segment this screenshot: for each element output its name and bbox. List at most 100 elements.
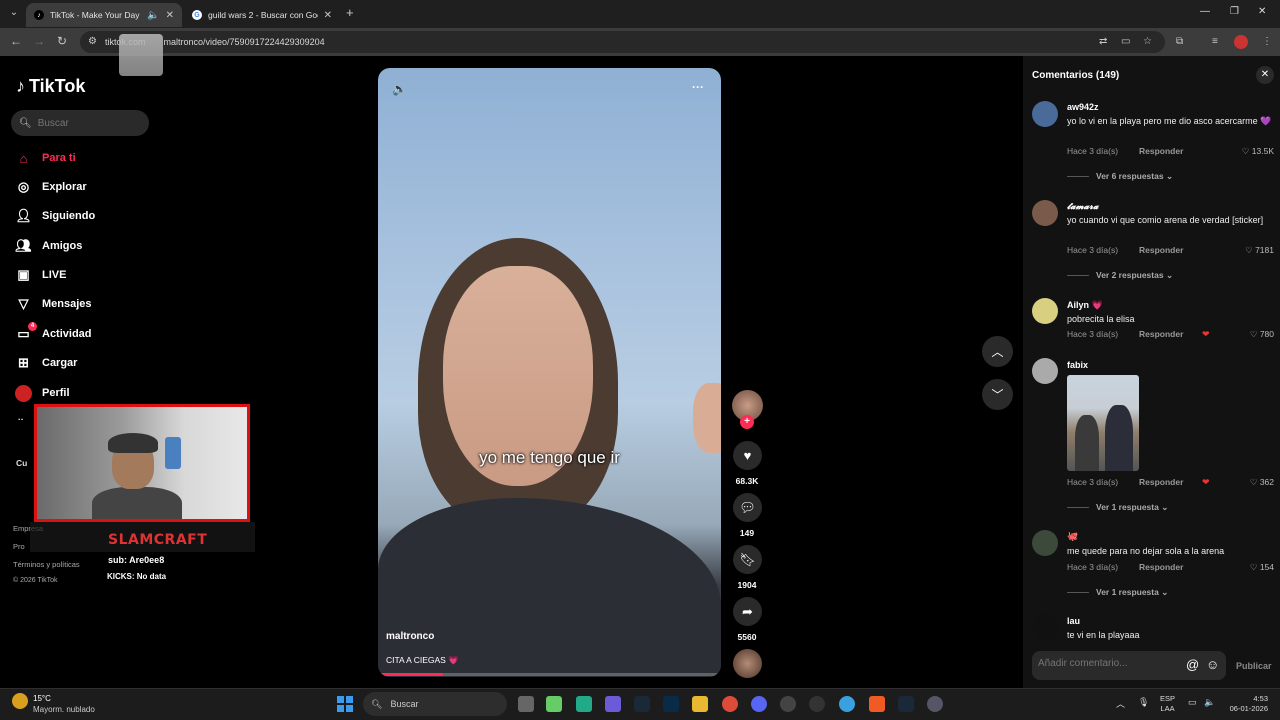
sidebar-item-para-ti[interactable]: ⌂ Para ti	[15, 148, 76, 168]
comment-button[interactable]: 💬︎	[733, 493, 762, 522]
forward-icon[interactable]: →	[33, 34, 45, 48]
profile-avatar-icon[interactable]	[1234, 35, 1248, 49]
volume-icon[interactable]: 🔈	[1204, 697, 1215, 708]
comment-avatar[interactable]	[1032, 200, 1058, 226]
comment-compose-box[interactable]: @ ☺	[1032, 651, 1226, 680]
reply-button[interactable]: Responder	[1139, 245, 1183, 255]
previous-video-button[interactable]: ︿	[982, 336, 1013, 367]
widgets-icon[interactable]	[546, 696, 562, 712]
teams-icon[interactable]	[605, 696, 621, 712]
steam-icon-2[interactable]	[898, 696, 914, 712]
steam-icon[interactable]	[634, 696, 650, 712]
discord-icon[interactable]	[751, 696, 767, 712]
tab-search-chevron-icon[interactable]: ⌄	[6, 5, 22, 21]
view-replies-button[interactable]: Ver 1 respuesta ⌄	[1096, 502, 1168, 513]
comment-avatar[interactable]	[1032, 614, 1058, 640]
show-hidden-icons-icon[interactable]: ︿	[1116, 697, 1125, 710]
bookmark-star-icon[interactable]: ☆	[1143, 36, 1152, 47]
comment-username[interactable]: 𝓽𝓪𝓶𝓪𝓻𝓪	[1067, 201, 1098, 212]
minimize-icon[interactable]: —	[1200, 6, 1210, 17]
chrome-icon[interactable]	[722, 696, 738, 712]
maximize-icon[interactable]: ❐	[1230, 6, 1239, 17]
comment-avatar[interactable]	[1032, 101, 1058, 127]
search-box[interactable]: 🔍︎	[11, 110, 149, 136]
video-progress-bar[interactable]	[378, 673, 721, 676]
sidebar-item-explorar[interactable]: ◎ Explorar	[15, 177, 87, 197]
footer-terms[interactable]: Términos y políticas	[13, 560, 80, 569]
view-replies-button[interactable]: Ver 6 respuestas ⌄	[1096, 171, 1173, 182]
sidebar-item-mensajes[interactable]: ▽ Mensajes	[15, 294, 92, 314]
reload-icon[interactable]: ↻	[57, 34, 67, 48]
search-input[interactable]	[37, 117, 138, 129]
share-button[interactable]: ➦	[733, 597, 762, 626]
tiktok-logo[interactable]: ♪ TikTok	[16, 76, 85, 97]
more-menu-dots[interactable]: ··	[18, 414, 24, 424]
sidebar-item-amigos[interactable]: 👥︎ Amigos	[15, 236, 82, 256]
taskbar-clock[interactable]: 4:53 06-01-2026	[1226, 694, 1268, 714]
save-button[interactable]: 🔖︎	[733, 545, 762, 574]
comment-like[interactable]: ♡ 13.5K	[1242, 146, 1274, 157]
weather-temperature[interactable]: 15°C	[33, 694, 51, 703]
sidebar-item-live[interactable]: ▣ LIVE	[15, 265, 66, 285]
emoji-icon[interactable]: ☺	[1206, 657, 1219, 672]
publish-button[interactable]: Publicar	[1236, 661, 1272, 671]
sidebar-item-actividad[interactable]: ▭ 4 Actividad	[15, 322, 92, 344]
sidebar-item-cargar[interactable]: ⊞ Cargar	[15, 353, 77, 373]
photoshop-icon[interactable]	[663, 696, 679, 712]
mention-icon[interactable]: @	[1186, 657, 1199, 672]
view-replies-button[interactable]: Ver 1 respuesta ⌄	[1096, 587, 1168, 598]
volume-icon[interactable]: 🔈	[392, 82, 407, 96]
reply-button[interactable]: Responder	[1139, 562, 1183, 572]
weather-icon[interactable]	[12, 693, 28, 709]
cast-icon[interactable]: ▭	[1121, 36, 1130, 47]
reply-button[interactable]: Responder	[1139, 146, 1183, 156]
like-button[interactable]: ♥	[733, 441, 762, 470]
close-tab-icon[interactable]: ✕	[166, 10, 174, 21]
sidebar-item-siguiendo[interactable]: 👤︎ Siguiendo	[15, 206, 95, 226]
comment-photo[interactable]	[1067, 375, 1139, 471]
follow-plus-icon[interactable]: +	[740, 415, 754, 429]
task-view-icon[interactable]	[518, 696, 534, 712]
comment-like[interactable]: ♡ 362	[1250, 477, 1274, 488]
back-icon[interactable]: ←	[10, 34, 22, 48]
comment-username[interactable]: aw942z	[1067, 102, 1099, 112]
comment-input[interactable]	[1038, 658, 1178, 669]
translate-icon[interactable]: ⇄	[1099, 36, 1107, 47]
next-video-button[interactable]: ﹀	[982, 379, 1013, 410]
speaker-icon[interactable]: 🔈	[147, 10, 159, 21]
comment-like[interactable]: ♡ 154	[1250, 562, 1274, 573]
comment-username[interactable]: lau	[1067, 616, 1080, 626]
microphone-icon[interactable]: 🎙︎	[1138, 697, 1149, 708]
network-icon[interactable]: ▭	[1188, 697, 1197, 708]
comment-username[interactable]: fabix	[1067, 360, 1088, 370]
chrome-active-icon[interactable]	[839, 696, 855, 712]
more-options-icon[interactable]: ···	[692, 80, 704, 94]
new-tab-button[interactable]: +	[346, 5, 354, 20]
comment-avatar[interactable]	[1032, 530, 1058, 556]
extensions-icon[interactable]: ⧉	[1176, 36, 1183, 47]
comment-avatar[interactable]	[1032, 298, 1058, 324]
obs-icon[interactable]	[780, 696, 796, 712]
close-comments-icon[interactable]: ✕	[1256, 66, 1274, 84]
media-player-icon[interactable]	[809, 696, 825, 712]
brave-icon[interactable]	[869, 696, 885, 712]
media-controls-icon[interactable]: ≡	[1212, 36, 1218, 47]
settings-gear-icon[interactable]	[927, 696, 943, 712]
video-player[interactable]: 🔈 ··· yo me tengo que ir maltronco CITA …	[378, 68, 721, 677]
comment-avatar[interactable]	[1032, 358, 1058, 384]
sidebar-item-perfil[interactable]: Perfil	[15, 383, 70, 403]
language-indicator[interactable]: ESP LAA	[1160, 694, 1175, 714]
windows-start-icon[interactable]	[337, 696, 353, 712]
file-explorer-icon[interactable]	[692, 696, 708, 712]
reply-button[interactable]: Responder	[1139, 329, 1183, 339]
footer-programa[interactable]: Pro	[13, 542, 25, 551]
comment-like[interactable]: ♡ 780	[1250, 329, 1274, 340]
tab-tiktok[interactable]: ♪ TikTok - Make Your Day 🔈 ✕	[26, 3, 182, 27]
tab-google-search[interactable]: G guild wars 2 - Buscar con Goog ✕	[184, 3, 340, 27]
comment-username[interactable]: Ailyn 💗	[1067, 300, 1103, 311]
comment-username[interactable]: 🐙	[1067, 531, 1078, 542]
menu-dots-icon[interactable]: ⋮	[1262, 36, 1272, 47]
view-replies-button[interactable]: Ver 2 respuestas ⌄	[1096, 270, 1173, 281]
weather-description[interactable]: Mayorm. nublado	[33, 705, 95, 714]
close-window-icon[interactable]: ✕	[1258, 6, 1266, 17]
